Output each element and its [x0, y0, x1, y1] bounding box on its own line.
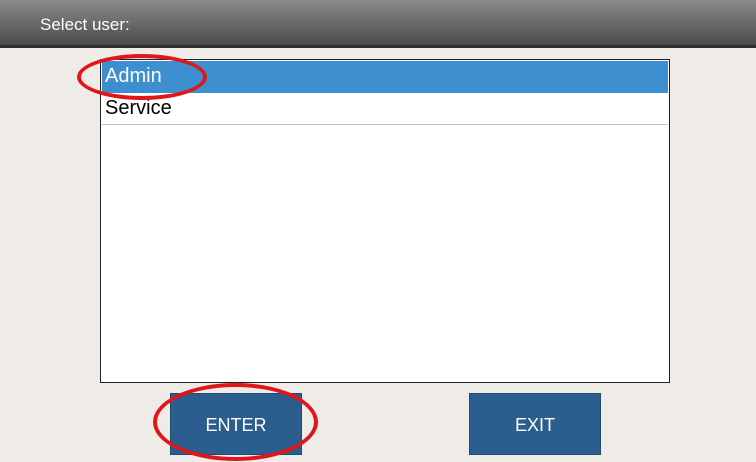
- enter-button[interactable]: ENTER: [170, 393, 302, 455]
- list-item-service[interactable]: Service: [102, 93, 668, 125]
- page-title: Select user:: [40, 15, 130, 34]
- user-list[interactable]: Admin Service: [100, 59, 670, 383]
- exit-button[interactable]: EXIT: [469, 393, 601, 455]
- title-bar: Select user:: [0, 0, 756, 48]
- login-screen: Select user: Admin Service ENTER EXIT: [0, 0, 756, 462]
- list-item-admin[interactable]: Admin: [102, 61, 668, 93]
